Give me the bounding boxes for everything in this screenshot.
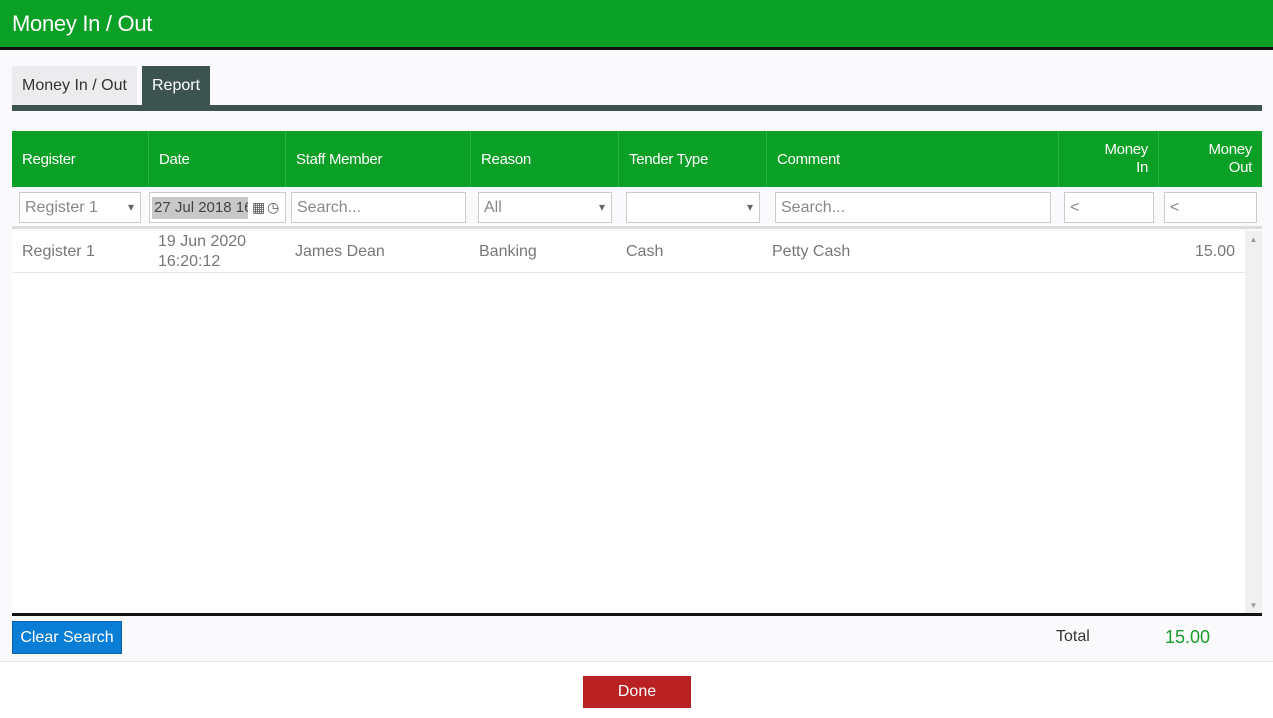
money-in-filter[interactable]: <	[1064, 192, 1154, 223]
money-out-filter[interactable]: <	[1164, 192, 1257, 223]
table-header: Register Date Staff Member Reason Tender…	[12, 131, 1262, 187]
cell-date: 19 Jun 2020 16:20:12	[158, 231, 286, 273]
date-filter-value: 27 Jul 2018 16	[152, 197, 248, 219]
cell-money-out: 15.00	[1194, 243, 1235, 260]
column-header-money-in[interactable]: Money In	[1059, 131, 1159, 187]
cell-tender-type: Cash	[626, 243, 664, 260]
column-header-staff-member[interactable]: Staff Member	[286, 131, 471, 187]
scroll-up-arrow-icon[interactable]: ▲	[1245, 235, 1262, 244]
reason-filter-value: All	[484, 199, 502, 216]
window-title: Money In / Out	[12, 11, 153, 36]
column-header-date[interactable]: Date	[149, 131, 286, 187]
filter-row: Register 1 27 Jul 2018 16 ▦ ◷ All < <	[12, 187, 1262, 229]
reason-filter-select[interactable]: All	[478, 192, 612, 223]
register-filter-value: Register 1	[25, 199, 98, 216]
cell-comment: Petty Cash	[772, 243, 851, 260]
cell-date-time: 16:20:12	[158, 253, 221, 270]
cell-reason: Banking	[479, 243, 537, 260]
column-header-register[interactable]: Register	[12, 131, 149, 187]
date-filter-field[interactable]: 27 Jul 2018 16 ▦ ◷	[149, 192, 286, 223]
dialog-footer: Done	[0, 661, 1273, 718]
title-bar: Money In / Out	[0, 0, 1273, 50]
column-header-reason[interactable]: Reason	[471, 131, 619, 187]
column-header-tender-type[interactable]: Tender Type	[619, 131, 767, 187]
table-row[interactable]: Register 1 19 Jun 2020 16:20:12 James De…	[12, 231, 1245, 273]
money-in-filter-operator: <	[1070, 199, 1080, 216]
clear-search-button[interactable]: Clear Search	[12, 621, 122, 654]
tab-money-in-out[interactable]: Money In / Out	[12, 66, 137, 106]
total-value: 15.00	[1165, 627, 1211, 647]
calendar-icon[interactable]: ▦	[252, 198, 265, 216]
table-scrollbar[interactable]: ▲ ▼	[1245, 231, 1262, 614]
column-header-money-out[interactable]: Money Out	[1159, 131, 1262, 187]
cell-money-in	[1059, 231, 1151, 273]
money-out-filter-operator: <	[1170, 199, 1180, 216]
column-header-comment[interactable]: Comment	[767, 131, 1059, 187]
table-bottom-border	[12, 613, 1262, 616]
clock-icon[interactable]: ◷	[267, 198, 279, 216]
scroll-down-arrow-icon[interactable]: ▼	[1245, 601, 1262, 610]
register-filter-select[interactable]: Register 1	[19, 192, 141, 223]
cell-staff-member: James Dean	[295, 243, 385, 260]
tender-type-filter-select[interactable]	[626, 192, 760, 223]
cell-date-day: 19 Jun 2020	[158, 233, 247, 250]
done-button[interactable]: Done	[583, 676, 691, 708]
comment-search-input[interactable]	[775, 192, 1051, 223]
total-label: Total	[1056, 628, 1090, 645]
tab-underline	[12, 105, 1262, 111]
cell-register: Register 1	[22, 243, 95, 260]
table-body: Register 1 19 Jun 2020 16:20:12 James De…	[12, 231, 1262, 614]
staff-search-input[interactable]	[291, 192, 466, 223]
tab-report[interactable]: Report	[142, 66, 210, 106]
